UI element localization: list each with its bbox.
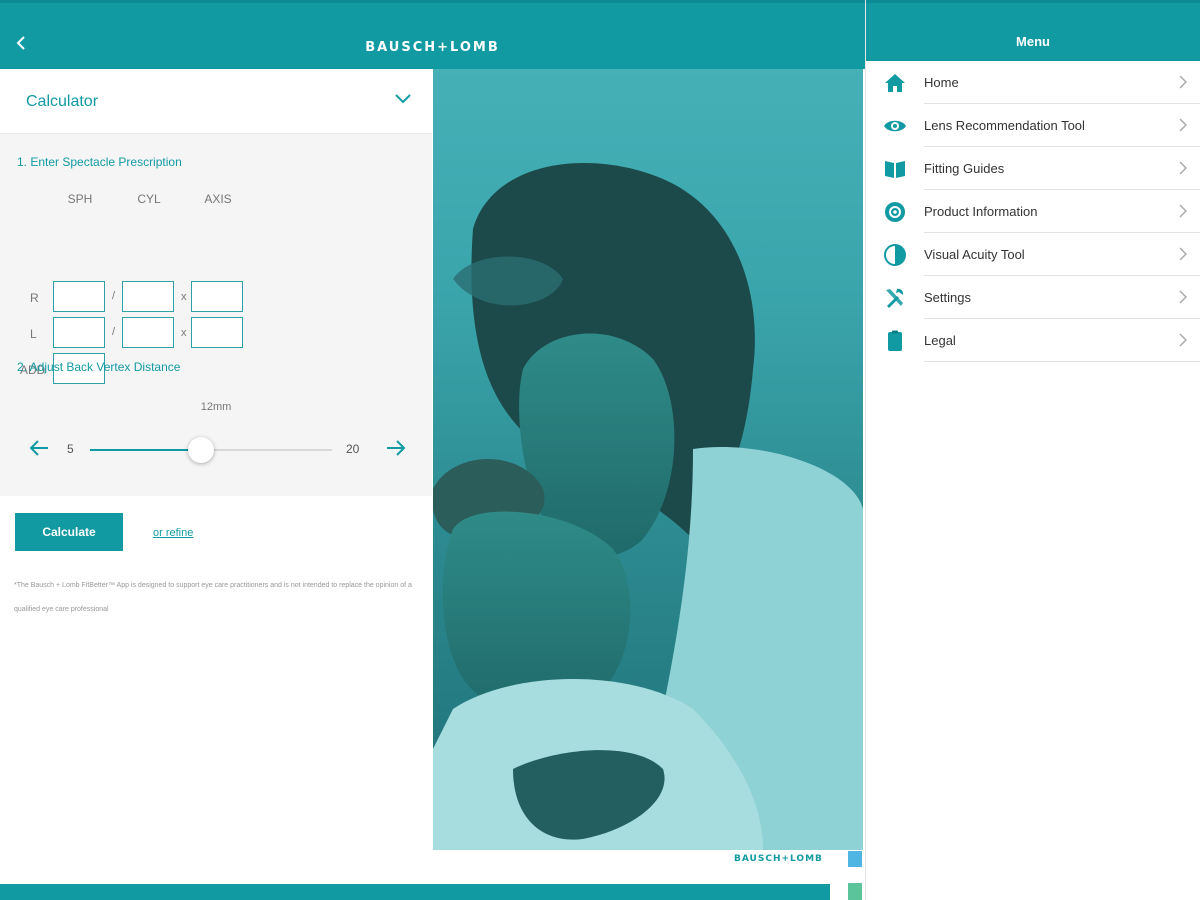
row-label-l: L bbox=[30, 327, 37, 341]
menu-item-label: Lens Recommendation Tool bbox=[924, 118, 1085, 133]
section-title-prescription: 1. Enter Spectacle Prescription bbox=[17, 155, 182, 169]
l-axis-input[interactable] bbox=[191, 317, 243, 348]
slider-max-label: 20 bbox=[346, 442, 360, 456]
app-header: BAUSCH+LOMB bbox=[0, 0, 865, 69]
calculator-panel: Calculator 1. Enter Spectacle Prescripti… bbox=[0, 69, 432, 900]
menu-item-lens-recommendation[interactable]: Lens Recommendation Tool bbox=[866, 104, 1200, 147]
photo-illustration bbox=[433, 163, 863, 850]
menu-item-label: Home bbox=[924, 75, 959, 90]
separator-slash: / bbox=[112, 290, 116, 302]
r-cyl-input[interactable] bbox=[122, 281, 174, 312]
chevron-down-icon[interactable] bbox=[394, 93, 412, 105]
vertex-slider[interactable] bbox=[90, 437, 332, 463]
chevron-right-icon bbox=[1179, 75, 1187, 89]
menu-item-label: Fitting Guides bbox=[924, 161, 1005, 176]
slider-fill bbox=[90, 449, 201, 451]
chevron-right-icon bbox=[1179, 333, 1187, 347]
arrow-right-icon[interactable] bbox=[385, 438, 407, 458]
arrow-left-icon[interactable] bbox=[28, 438, 50, 458]
color-swatch-green bbox=[848, 883, 862, 900]
disclaimer-text: *The Bausch + Lomb FitBetter™ App is des… bbox=[14, 582, 412, 613]
menu-item-legal[interactable]: Legal bbox=[866, 319, 1200, 362]
calculator-title: Calculator bbox=[26, 93, 99, 110]
calculate-button[interactable]: Calculate bbox=[15, 513, 123, 551]
bottom-bar bbox=[0, 884, 830, 900]
slider-min-label: 5 bbox=[67, 442, 74, 456]
menu-item-label: Product Information bbox=[924, 204, 1038, 219]
separator-times: x bbox=[181, 327, 187, 339]
column-header-sph: SPH bbox=[67, 192, 93, 206]
home-icon bbox=[885, 74, 905, 92]
vertex-distance-value: 12mm bbox=[200, 401, 232, 413]
tools-icon bbox=[886, 288, 904, 308]
side-menu: Menu Home Lens Recommendation Tool Fitti… bbox=[865, 0, 1200, 900]
chevron-right-icon bbox=[1179, 204, 1187, 218]
contrast-icon bbox=[884, 244, 906, 266]
chevron-right-icon bbox=[1179, 247, 1187, 261]
menu-item-label: Visual Acuity Tool bbox=[924, 247, 1025, 262]
eye-icon bbox=[884, 120, 906, 132]
menu-item-visual-acuity[interactable]: Visual Acuity Tool bbox=[866, 233, 1200, 276]
column-header-cyl: CYL bbox=[137, 192, 161, 206]
r-sph-input[interactable] bbox=[53, 281, 105, 312]
section-title-vertex: 2. Adjust Back Vertex Distance bbox=[17, 360, 181, 374]
menu-divider bbox=[924, 361, 1200, 362]
l-sph-input[interactable] bbox=[53, 317, 105, 348]
calculator-header[interactable]: Calculator bbox=[0, 69, 432, 134]
hero-photo bbox=[433, 69, 863, 850]
menu-item-label: Legal bbox=[924, 333, 956, 348]
l-cyl-input[interactable] bbox=[122, 317, 174, 348]
menu-title: Menu bbox=[1016, 34, 1050, 49]
r-axis-input[interactable] bbox=[191, 281, 243, 312]
calculator-body: 1. Enter Spectacle Prescription SPH CYL … bbox=[0, 134, 432, 496]
refine-link[interactable]: or refine bbox=[153, 527, 193, 539]
separator-times: x bbox=[181, 291, 187, 303]
slider-thumb[interactable] bbox=[188, 437, 214, 463]
book-icon bbox=[885, 161, 905, 178]
menu-item-label: Settings bbox=[924, 290, 971, 305]
color-swatch-blue bbox=[848, 851, 862, 867]
column-header-axis: AXIS bbox=[204, 192, 232, 206]
menu-item-fitting-guides[interactable]: Fitting Guides bbox=[866, 147, 1200, 190]
chevron-right-icon bbox=[1179, 290, 1187, 304]
product-info-icon bbox=[885, 202, 905, 222]
chevron-right-icon bbox=[1179, 118, 1187, 132]
chevron-right-icon bbox=[1179, 161, 1187, 175]
menu-item-home[interactable]: Home bbox=[866, 61, 1200, 104]
menu-item-settings[interactable]: Settings bbox=[866, 276, 1200, 319]
separator-slash: / bbox=[112, 326, 116, 338]
footer-brand-logo: BAUSCH+LOMB bbox=[734, 854, 823, 864]
row-label-r: R bbox=[30, 291, 39, 305]
menu-header: Menu bbox=[866, 0, 1200, 61]
menu-item-product-information[interactable]: Product Information bbox=[866, 190, 1200, 233]
brand-logo: BAUSCH+LOMB bbox=[365, 40, 500, 55]
clipboard-icon bbox=[888, 330, 902, 351]
